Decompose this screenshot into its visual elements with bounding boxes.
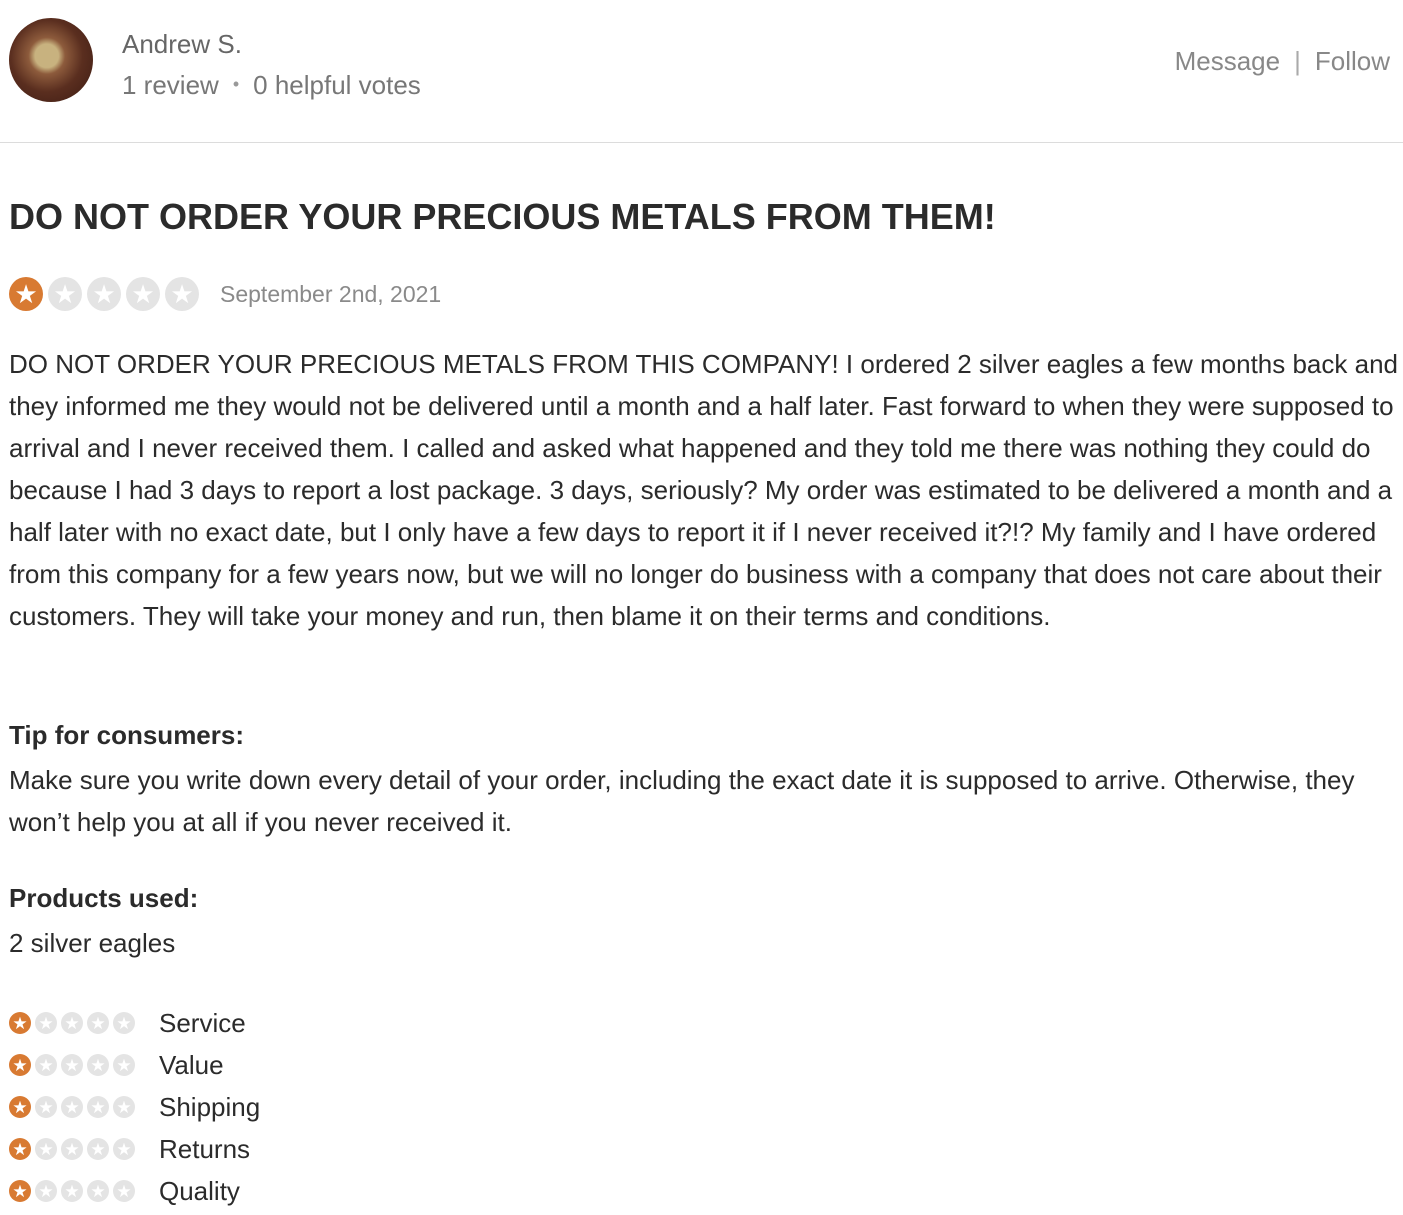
sub-ratings-list: ★ ★ ★ ★ ★ Service ★ ★ ★ ★ ★ Value ★ ★ ★ ★ ★ Shipping ★ ★ ★ ★ ★… — [9, 1002, 260, 1212]
tip-label: Tip for consumers: — [9, 720, 245, 750]
star-icon: ★ — [126, 277, 160, 311]
star-icon: ★ — [113, 1180, 135, 1202]
star-icon: ★ — [35, 1012, 57, 1034]
star-icon: ★ — [87, 277, 121, 311]
sub-rating-stars: ★ ★ ★ ★ ★ — [9, 1180, 139, 1202]
star-icon: ★ — [9, 1054, 31, 1076]
reviewer-header: Andrew S. 1 review • 0 helpful votes Messa… — [0, 0, 1403, 143]
sub-rating-stars: ★ ★ ★ ★ ★ — [9, 1012, 139, 1034]
sub-rating-row: ★ ★ ★ ★ ★ Quality — [9, 1170, 260, 1212]
star-icon: ★ — [9, 1012, 31, 1034]
star-icon: ★ — [9, 1180, 31, 1202]
star-icon: ★ — [35, 1180, 57, 1202]
star-icon: ★ — [87, 1012, 109, 1034]
star-icon: ★ — [113, 1054, 135, 1076]
reviewer-name[interactable]: Andrew S. — [122, 29, 242, 60]
actions-divider: | — [1294, 46, 1301, 76]
sub-rating-label: Value — [159, 1049, 224, 1080]
star-icon: ★ — [113, 1096, 135, 1118]
stats-separator: • — [232, 74, 240, 94]
star-icon: ★ — [61, 1054, 83, 1076]
star-icon: ★ — [61, 1096, 83, 1118]
star-icon: ★ — [9, 1138, 31, 1160]
products-label: Products used: — [9, 883, 199, 913]
star-icon: ★ — [35, 1054, 57, 1076]
sub-rating-stars: ★ ★ ★ ★ ★ — [9, 1054, 139, 1076]
review-count: 1 review — [122, 70, 219, 100]
review-body: DO NOT ORDER YOUR PRECIOUS METALS FROM T… — [9, 349, 1398, 631]
star-icon: ★ — [113, 1012, 135, 1034]
star-icon: ★ — [87, 1180, 109, 1202]
message-link[interactable]: Message — [1175, 46, 1281, 76]
star-icon: ★ — [9, 1096, 31, 1118]
star-icon: ★ — [35, 1138, 57, 1160]
helpful-votes: 0 helpful votes — [253, 70, 421, 100]
sub-rating-row: ★ ★ ★ ★ ★ Shipping — [9, 1086, 260, 1128]
review-title: DO NOT ORDER YOUR PRECIOUS METALS FROM T… — [9, 196, 996, 237]
star-icon: ★ — [61, 1012, 83, 1034]
star-icon: ★ — [35, 1096, 57, 1118]
sub-rating-label: Service — [159, 1007, 246, 1038]
sub-rating-label: Quality — [159, 1175, 240, 1206]
star-icon: ★ — [48, 277, 82, 311]
overall-rating-row: ★ ★ ★ ★ ★ September 2nd, 2021 — [9, 276, 441, 312]
sub-rating-row: ★ ★ ★ ★ ★ Service — [9, 1002, 260, 1044]
star-icon: ★ — [61, 1138, 83, 1160]
overall-star-rating: ★ ★ ★ ★ ★ — [9, 277, 204, 311]
reviewer-stats: 1 review • 0 helpful votes — [122, 70, 421, 101]
star-icon: ★ — [87, 1138, 109, 1160]
follow-link[interactable]: Follow — [1315, 46, 1390, 76]
review-date: September 2nd, 2021 — [220, 280, 442, 307]
header-actions: Message | Follow — [1175, 46, 1390, 77]
star-icon: ★ — [87, 1054, 109, 1076]
star-icon: ★ — [87, 1096, 109, 1118]
star-icon: ★ — [165, 277, 199, 311]
sub-rating-label: Shipping — [159, 1091, 261, 1122]
sub-rating-stars: ★ ★ ★ ★ ★ — [9, 1096, 139, 1118]
sub-rating-row: ★ ★ ★ ★ ★ Returns — [9, 1128, 260, 1170]
tip-text: Make sure you write down every detail of… — [9, 765, 1355, 837]
star-icon: ★ — [61, 1180, 83, 1202]
star-icon: ★ — [113, 1138, 135, 1160]
avatar[interactable] — [9, 18, 93, 102]
sub-rating-stars: ★ ★ ★ ★ ★ — [9, 1138, 139, 1160]
products-text: 2 silver eagles — [9, 928, 176, 958]
sub-rating-label: Returns — [159, 1133, 251, 1164]
sub-rating-row: ★ ★ ★ ★ ★ Value — [9, 1044, 260, 1086]
star-icon: ★ — [9, 277, 43, 311]
